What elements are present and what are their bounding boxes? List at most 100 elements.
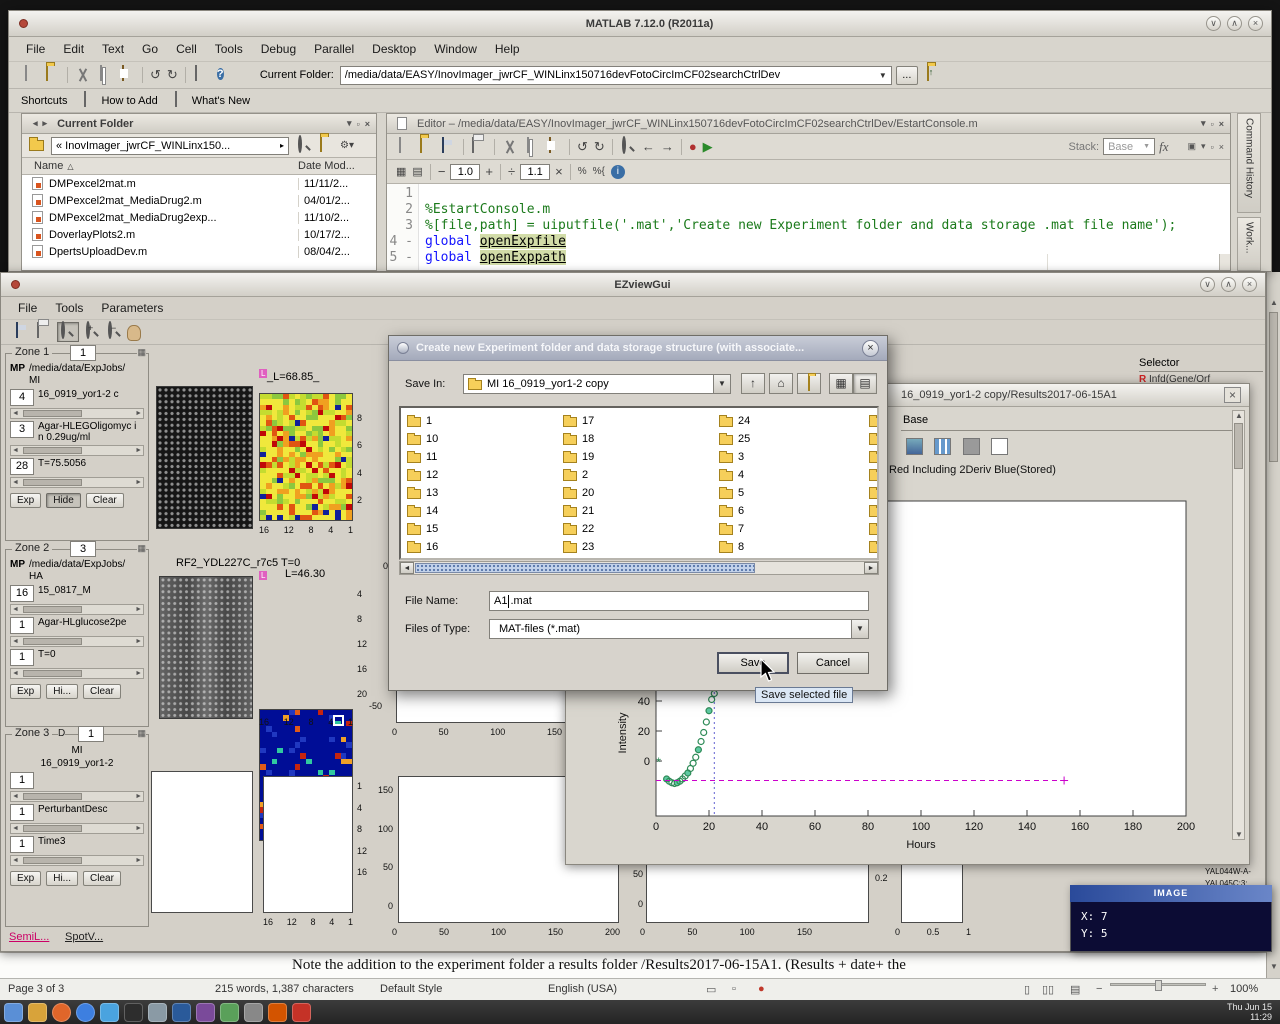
zone-count-field[interactable]: 1 <box>10 649 34 666</box>
folder-item[interactable]: 18 <box>563 431 594 447</box>
image-window-titlebar[interactable]: IMAGE <box>1070 885 1272 902</box>
save-icon[interactable] <box>16 322 18 338</box>
zone-count-field[interactable]: 3 <box>10 421 34 438</box>
terminal-icon[interactable] <box>124 1003 143 1022</box>
folder-item[interactable]: 4 <box>719 467 744 483</box>
scroll-up-icon[interactable]: ▲ <box>1270 298 1278 307</box>
zone-scrollbar[interactable] <box>10 408 144 419</box>
folder-item[interactable]: 3 <box>719 449 744 465</box>
word-count[interactable]: 215 words, 1,387 characters <box>215 983 354 995</box>
file-row[interactable]: DMPexcel2mat.m11/11/2... <box>22 175 376 192</box>
matlab-menu-desktop[interactable]: Desktop <box>363 39 425 59</box>
print-icon[interactable] <box>37 322 39 338</box>
stack-combo[interactable]: Base▼ <box>1103 138 1155 155</box>
mail-icon[interactable] <box>100 1003 119 1022</box>
cut-icon[interactable] <box>74 66 92 84</box>
folder-list-hscrollbar[interactable]: ◄ ► <box>399 561 879 575</box>
folder-item[interactable]: 1 <box>407 413 432 429</box>
heatmap-1[interactable] <box>259 393 353 521</box>
paste-icon[interactable] <box>549 137 551 153</box>
results-close-button[interactable]: × <box>1224 387 1241 403</box>
zone-count-field[interactable]: 1 <box>10 804 34 821</box>
writer-vertical-scrollbar[interactable]: ▲ ▼ <box>1266 272 1280 978</box>
folder-item[interactable]: 25 <box>719 431 750 447</box>
cell-divider-icon[interactable]: ▤ <box>412 163 422 181</box>
new-folder-button[interactable] <box>797 373 821 394</box>
zone-scrollbar[interactable] <box>10 668 144 679</box>
minimize-button[interactable]: ∨ <box>1206 16 1221 31</box>
folder-item[interactable]: 15 <box>407 521 438 537</box>
collapse-panel-icon[interactable]: ◂ <box>33 118 38 129</box>
folder-item[interactable] <box>869 431 879 447</box>
close-editor-icon[interactable]: × <box>1219 142 1224 152</box>
run-icon[interactable]: ▶ <box>703 138 713 156</box>
plot-area[interactable] <box>151 771 253 913</box>
up-one-level-button[interactable]: ↑ <box>741 373 765 394</box>
command-history-tab[interactable]: Command History <box>1237 113 1261 213</box>
file-row[interactable]: DoverlayPlots2.m10/17/2... <box>22 226 376 243</box>
dropdown-arrow-icon[interactable]: ▼ <box>713 375 730 393</box>
print-icon[interactable] <box>472 137 474 153</box>
folder-item[interactable]: 24 <box>719 413 750 429</box>
scroll-down-icon[interactable]: ▼ <box>1235 830 1243 839</box>
page-indicator[interactable]: Page 3 of 3 <box>8 983 64 995</box>
matlab-icon[interactable] <box>268 1003 287 1022</box>
ezview-titlebar[interactable]: EZviewGui ∨ ∧ × <box>1 273 1265 297</box>
matlab-menu-debug[interactable]: Debug <box>252 39 305 59</box>
zone-scrollbar[interactable] <box>10 855 144 866</box>
folder-item[interactable] <box>869 413 879 429</box>
results-vertical-scrollbar[interactable]: ▲ ▼ <box>1232 410 1245 840</box>
zone-count-field[interactable]: 28 <box>10 458 34 475</box>
undock-panel-icon[interactable]: ▫ <box>357 119 360 129</box>
zoom-in-icon[interactable]: + <box>1212 983 1218 995</box>
current-folder-path-input[interactable]: /media/data/EASY/InovImager_jwrCF_WINLin… <box>340 66 892 85</box>
zone-grid-icon[interactable]: ▦ <box>137 728 146 739</box>
close-panel-icon[interactable]: × <box>365 119 370 129</box>
applications-menu-icon[interactable] <box>4 1003 23 1022</box>
selection-mode-icon[interactable]: ▭ <box>706 983 716 996</box>
text-editor-icon[interactable] <box>148 1003 167 1022</box>
dropdown-arrow-icon[interactable]: ▼ <box>851 620 868 638</box>
zone-scrollbar[interactable] <box>10 636 144 647</box>
folder-item[interactable] <box>869 485 879 501</box>
text-language[interactable]: English (USA) <box>548 983 617 995</box>
file-manager-icon[interactable] <box>28 1003 47 1022</box>
folder-item[interactable]: 23 <box>563 539 594 555</box>
system-monitor-icon[interactable] <box>244 1003 263 1022</box>
workspace-tab[interactable]: Work... <box>1237 217 1261 271</box>
close-panel-icon[interactable]: × <box>1219 119 1224 129</box>
undock-icon[interactable]: ▫ <box>1211 142 1214 152</box>
folder-item[interactable]: 6 <box>719 503 744 519</box>
comment-icon[interactable]: % <box>578 163 587 181</box>
forward-icon[interactable]: → <box>661 138 674 156</box>
clear-button[interactable]: Clear <box>83 871 121 886</box>
page-style[interactable]: Default Style <box>380 983 442 995</box>
dialog-close-button[interactable]: × <box>862 340 879 357</box>
matlab-menu-text[interactable]: Text <box>93 39 133 59</box>
matlab-menu-window[interactable]: Window <box>425 39 486 59</box>
folder-breadcrumb[interactable]: « InovImager_jwrCF_WINLinx150... ▸ <box>51 137 289 155</box>
ezview-menu-parameters[interactable]: Parameters <box>92 298 172 318</box>
folder-item[interactable]: 13 <box>407 485 438 501</box>
panel-menu-icon[interactable]: ▾ <box>347 118 352 129</box>
open-file-icon[interactable] <box>46 65 48 81</box>
scroll-right-icon[interactable]: ► <box>864 562 878 574</box>
folder-item[interactable]: 17 <box>563 413 594 429</box>
dropdown-arrow-icon[interactable]: ▼ <box>879 71 887 80</box>
zone-count-field[interactable]: 1 <box>10 617 34 634</box>
plot-area[interactable] <box>263 776 353 913</box>
matlab-menu-file[interactable]: File <box>17 39 54 59</box>
exp-button[interactable]: Exp <box>10 493 41 508</box>
matlab-titlebar[interactable]: MATLAB 7.12.0 (R2011a) ∨ ∧ × <box>9 11 1271 37</box>
browse-folder-button[interactable]: ... <box>896 66 918 85</box>
screen-recorder-icon[interactable] <box>292 1003 311 1022</box>
save-button[interactable]: Save <box>717 652 789 674</box>
media-player-icon[interactable] <box>196 1003 215 1022</box>
details-view-button[interactable]: ▤ <box>853 373 877 394</box>
folder-item[interactable]: 20 <box>563 485 594 501</box>
scroll-thumb[interactable] <box>415 563 755 573</box>
matlab-menu-edit[interactable]: Edit <box>54 39 93 59</box>
copy-icon[interactable] <box>100 65 102 81</box>
column-date[interactable]: Date Mod... <box>298 160 376 172</box>
view-book-icon[interactable]: ▤ <box>1070 983 1080 996</box>
